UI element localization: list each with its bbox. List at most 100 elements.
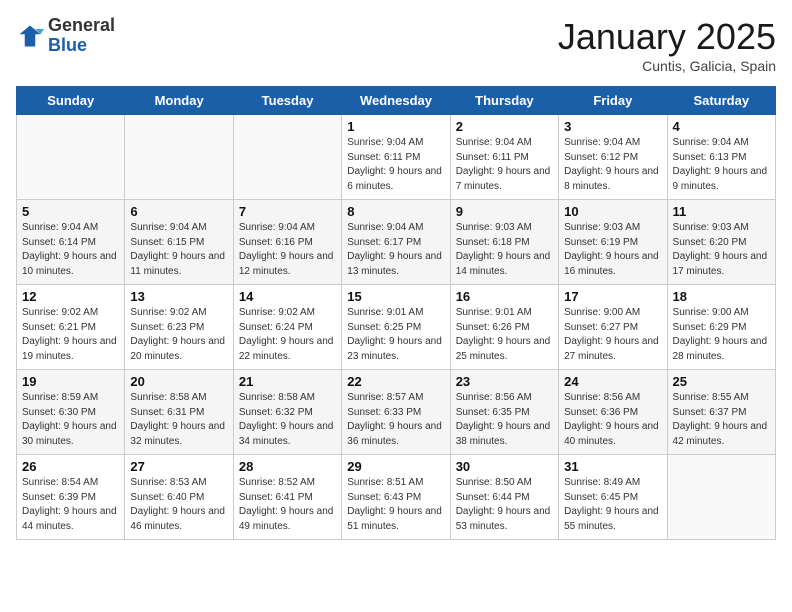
day-number: 7 xyxy=(239,204,336,219)
cell-content: Sunrise: 9:04 AM Sunset: 6:13 PM Dayligh… xyxy=(673,136,770,194)
month-title: January 2025 xyxy=(558,16,776,58)
cell-content: Sunrise: 9:04 AM Sunset: 6:11 PM Dayligh… xyxy=(347,136,444,194)
cell-content: Sunrise: 8:54 AM Sunset: 6:39 PM Dayligh… xyxy=(22,476,119,534)
cell-content: Sunrise: 9:02 AM Sunset: 6:23 PM Dayligh… xyxy=(130,306,227,364)
day-number: 12 xyxy=(22,289,119,304)
calendar-cell: 4 Sunrise: 9:04 AM Sunset: 6:13 PM Daylig… xyxy=(667,115,775,200)
calendar-week-row: 19Sunrise: 8:59 AM Sunset: 6:30 PM Dayli… xyxy=(17,370,776,455)
day-number: 5 xyxy=(22,204,119,219)
day-number: 11 xyxy=(673,204,770,219)
calendar-cell: 29Sunrise: 8:51 AM Sunset: 6:43 PM Dayli… xyxy=(342,455,450,540)
cell-content: Sunrise: 8:51 AM Sunset: 6:43 PM Dayligh… xyxy=(347,476,444,534)
weekday-header: Saturday xyxy=(667,87,775,115)
calendar-cell: 2 Sunrise: 9:04 AM Sunset: 6:11 PM Daylig… xyxy=(450,115,558,200)
day-number: 6 xyxy=(130,204,227,219)
day-number: 27 xyxy=(130,459,227,474)
calendar-cell: 25 Sunrise: 8:55 AM Sunset: 6:37 PM Dayli… xyxy=(667,370,775,455)
cell-content: Sunrise: 9:02 AM Sunset: 6:21 PM Dayligh… xyxy=(22,306,119,364)
weekday-header: Sunday xyxy=(17,87,125,115)
calendar-cell: 31 Sunrise: 8:49 AM Sunset: 6:45 PM Dayli… xyxy=(559,455,667,540)
calendar-cell: 1 Sunrise: 9:04 AM Sunset: 6:11 PM Daylig… xyxy=(342,115,450,200)
day-number: 1 xyxy=(347,119,444,134)
calendar-cell: 12 Sunrise: 9:02 AM Sunset: 6:21 PM Dayli… xyxy=(17,285,125,370)
day-number: 17 xyxy=(564,289,661,304)
cell-content: Sunrise: 9:04 AM Sunset: 6:12 PM Dayligh… xyxy=(564,136,661,194)
logo-icon xyxy=(16,22,44,50)
day-number: 21 xyxy=(239,374,336,389)
cell-content: Sunrise: 9:03 AM Sunset: 6:19 PM Dayligh… xyxy=(564,221,661,279)
calendar-week-row: 12 Sunrise: 9:02 AM Sunset: 6:21 PM Dayli… xyxy=(17,285,776,370)
calendar-cell: 16 Sunrise: 9:01 AM Sunset: 6:26 PM Dayli… xyxy=(450,285,558,370)
calendar-cell xyxy=(233,115,341,200)
cell-content: Sunrise: 9:00 AM Sunset: 6:29 PM Dayligh… xyxy=(673,306,770,364)
calendar-cell xyxy=(125,115,233,200)
title-block: January 2025 Cuntis, Galicia, Spain xyxy=(558,16,776,74)
day-number: 31 xyxy=(564,459,661,474)
day-number: 9 xyxy=(456,204,553,219)
calendar-cell: 10 Sunrise: 9:03 AM Sunset: 6:19 PM Dayli… xyxy=(559,200,667,285)
day-number: 28 xyxy=(239,459,336,474)
day-number: 16 xyxy=(456,289,553,304)
day-number: 8 xyxy=(347,204,444,219)
logo-text-blue: Blue xyxy=(48,36,115,56)
calendar-cell: 28 Sunrise: 8:52 AM Sunset: 6:41 PM Dayli… xyxy=(233,455,341,540)
day-number: 30 xyxy=(456,459,553,474)
cell-content: Sunrise: 8:57 AM Sunset: 6:33 PM Dayligh… xyxy=(347,391,444,449)
day-number: 14 xyxy=(239,289,336,304)
calendar-cell: 8Sunrise: 9:04 AM Sunset: 6:17 PM Daylig… xyxy=(342,200,450,285)
day-number: 3 xyxy=(564,119,661,134)
calendar-cell: 11 Sunrise: 9:03 AM Sunset: 6:20 PM Dayli… xyxy=(667,200,775,285)
cell-content: Sunrise: 8:55 AM Sunset: 6:37 PM Dayligh… xyxy=(673,391,770,449)
cell-content: Sunrise: 8:58 AM Sunset: 6:32 PM Dayligh… xyxy=(239,391,336,449)
calendar-cell: 15Sunrise: 9:01 AM Sunset: 6:25 PM Dayli… xyxy=(342,285,450,370)
logo-text-general: General xyxy=(48,16,115,36)
day-number: 23 xyxy=(456,374,553,389)
weekday-header: Monday xyxy=(125,87,233,115)
calendar-week-row: 5 Sunrise: 9:04 AM Sunset: 6:14 PM Daylig… xyxy=(17,200,776,285)
calendar-cell: 7 Sunrise: 9:04 AM Sunset: 6:16 PM Daylig… xyxy=(233,200,341,285)
cell-content: Sunrise: 9:04 AM Sunset: 6:14 PM Dayligh… xyxy=(22,221,119,279)
cell-content: Sunrise: 8:53 AM Sunset: 6:40 PM Dayligh… xyxy=(130,476,227,534)
calendar-week-row: 1 Sunrise: 9:04 AM Sunset: 6:11 PM Daylig… xyxy=(17,115,776,200)
calendar-cell: 19Sunrise: 8:59 AM Sunset: 6:30 PM Dayli… xyxy=(17,370,125,455)
cell-content: Sunrise: 9:03 AM Sunset: 6:18 PM Dayligh… xyxy=(456,221,553,279)
day-number: 10 xyxy=(564,204,661,219)
calendar-cell: 5 Sunrise: 9:04 AM Sunset: 6:14 PM Daylig… xyxy=(17,200,125,285)
cell-content: Sunrise: 9:01 AM Sunset: 6:26 PM Dayligh… xyxy=(456,306,553,364)
weekday-header: Friday xyxy=(559,87,667,115)
page-header: General Blue January 2025 Cuntis, Galici… xyxy=(16,16,776,74)
calendar-cell: 18 Sunrise: 9:00 AM Sunset: 6:29 PM Dayli… xyxy=(667,285,775,370)
day-number: 26 xyxy=(22,459,119,474)
cell-content: Sunrise: 8:50 AM Sunset: 6:44 PM Dayligh… xyxy=(456,476,553,534)
calendar-cell xyxy=(17,115,125,200)
calendar-cell: 21 Sunrise: 8:58 AM Sunset: 6:32 PM Dayli… xyxy=(233,370,341,455)
calendar-cell: 30 Sunrise: 8:50 AM Sunset: 6:44 PM Dayli… xyxy=(450,455,558,540)
logo: General Blue xyxy=(16,16,115,56)
cell-content: Sunrise: 8:52 AM Sunset: 6:41 PM Dayligh… xyxy=(239,476,336,534)
calendar-cell: 13 Sunrise: 9:02 AM Sunset: 6:23 PM Dayli… xyxy=(125,285,233,370)
cell-content: Sunrise: 8:49 AM Sunset: 6:45 PM Dayligh… xyxy=(564,476,661,534)
cell-content: Sunrise: 8:56 AM Sunset: 6:36 PM Dayligh… xyxy=(564,391,661,449)
day-number: 25 xyxy=(673,374,770,389)
calendar-cell: 9 Sunrise: 9:03 AM Sunset: 6:18 PM Daylig… xyxy=(450,200,558,285)
weekday-header: Thursday xyxy=(450,87,558,115)
cell-content: Sunrise: 8:58 AM Sunset: 6:31 PM Dayligh… xyxy=(130,391,227,449)
cell-content: Sunrise: 8:56 AM Sunset: 6:35 PM Dayligh… xyxy=(456,391,553,449)
cell-content: Sunrise: 9:04 AM Sunset: 6:16 PM Dayligh… xyxy=(239,221,336,279)
calendar-cell: 17Sunrise: 9:00 AM Sunset: 6:27 PM Dayli… xyxy=(559,285,667,370)
calendar-cell: 14 Sunrise: 9:02 AM Sunset: 6:24 PM Dayli… xyxy=(233,285,341,370)
day-number: 18 xyxy=(673,289,770,304)
calendar-cell: 3 Sunrise: 9:04 AM Sunset: 6:12 PM Daylig… xyxy=(559,115,667,200)
calendar-cell: 26 Sunrise: 8:54 AM Sunset: 6:39 PM Dayli… xyxy=(17,455,125,540)
calendar-cell: 27 Sunrise: 8:53 AM Sunset: 6:40 PM Dayli… xyxy=(125,455,233,540)
day-number: 4 xyxy=(673,119,770,134)
cell-content: Sunrise: 9:04 AM Sunset: 6:11 PM Dayligh… xyxy=(456,136,553,194)
cell-content: Sunrise: 9:03 AM Sunset: 6:20 PM Dayligh… xyxy=(673,221,770,279)
calendar-cell: 20Sunrise: 8:58 AM Sunset: 6:31 PM Dayli… xyxy=(125,370,233,455)
day-number: 13 xyxy=(130,289,227,304)
calendar-cell: 23 Sunrise: 8:56 AM Sunset: 6:35 PM Dayli… xyxy=(450,370,558,455)
cell-content: Sunrise: 9:02 AM Sunset: 6:24 PM Dayligh… xyxy=(239,306,336,364)
weekday-header: Wednesday xyxy=(342,87,450,115)
day-number: 2 xyxy=(456,119,553,134)
cell-content: Sunrise: 8:59 AM Sunset: 6:30 PM Dayligh… xyxy=(22,391,119,449)
